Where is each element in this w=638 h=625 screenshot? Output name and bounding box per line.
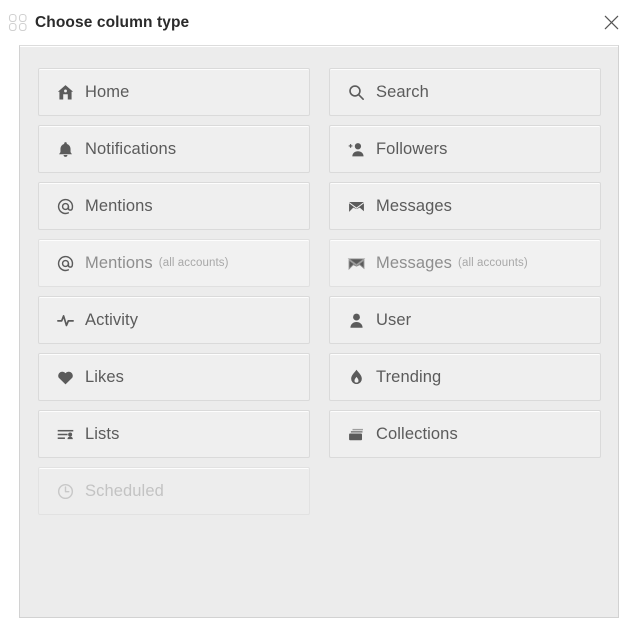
option-label: Home — [85, 82, 130, 101]
column-type-option-mentions-all[interactable]: Mentions (all accounts) — [38, 239, 310, 287]
column-type-option-messages[interactable]: Messages — [329, 182, 601, 230]
at-icon — [55, 253, 76, 274]
pulse-icon — [55, 310, 76, 331]
option-label: Likes — [85, 367, 125, 386]
option-label: Scheduled — [85, 481, 164, 500]
column-type-option-mentions[interactable]: Mentions — [38, 182, 310, 230]
user-plus-icon — [346, 139, 367, 160]
column-type-option-user[interactable]: User — [329, 296, 601, 344]
page-title: Choose column type — [35, 13, 190, 31]
column-type-option-activity[interactable]: Activity — [38, 296, 310, 344]
option-label: Lists — [85, 424, 120, 443]
at-icon — [55, 196, 76, 217]
column-type-option-collections[interactable]: Collections — [329, 410, 601, 458]
option-label: Mentions — [85, 196, 153, 215]
dialog-titlebar: Choose column type — [0, 0, 638, 45]
option-label: Notifications — [85, 139, 177, 158]
user-icon — [346, 310, 367, 331]
option-label: Collections — [376, 424, 458, 443]
column-type-option-likes[interactable]: Likes — [38, 353, 310, 401]
option-label: Mentions — [85, 253, 153, 272]
envelope-icon — [346, 253, 367, 274]
option-sublabel: (all accounts) — [158, 257, 229, 269]
column-type-option-messages-all[interactable]: Messages (all accounts) — [329, 239, 601, 287]
close-icon[interactable] — [598, 10, 624, 36]
list-icon — [55, 424, 76, 445]
clock-icon — [55, 481, 76, 502]
column-type-grid: Home Search Notifications Followers Mentions… — [38, 68, 602, 515]
option-label: User — [376, 310, 412, 329]
home-icon — [55, 82, 76, 103]
option-label: Followers — [376, 139, 448, 158]
column-type-option-search[interactable]: Search — [329, 68, 601, 116]
column-type-option-scheduled: Scheduled — [38, 467, 310, 515]
column-type-option-trending[interactable]: Trending — [329, 353, 601, 401]
search-icon — [346, 82, 367, 103]
envelope-icon — [346, 196, 367, 217]
column-type-option-notifications[interactable]: Notifications — [38, 125, 310, 173]
column-type-panel: Home Search Notifications Followers Mentions… — [19, 45, 619, 618]
option-label: Search — [376, 82, 429, 101]
column-type-option-lists[interactable]: Lists — [38, 410, 310, 458]
bell-icon — [55, 139, 76, 160]
option-label: Activity — [85, 310, 139, 329]
option-sublabel: (all accounts) — [458, 257, 528, 269]
column-type-option-followers[interactable]: Followers — [329, 125, 601, 173]
collections-icon — [346, 424, 367, 445]
option-label: Messages — [376, 196, 453, 215]
flame-icon — [346, 367, 367, 388]
option-label: Trending — [376, 367, 442, 386]
column-type-option-home[interactable]: Home — [38, 68, 310, 116]
columns-grid-icon — [8, 13, 28, 33]
heart-icon — [55, 367, 76, 388]
option-label: Messages — [376, 253, 453, 272]
